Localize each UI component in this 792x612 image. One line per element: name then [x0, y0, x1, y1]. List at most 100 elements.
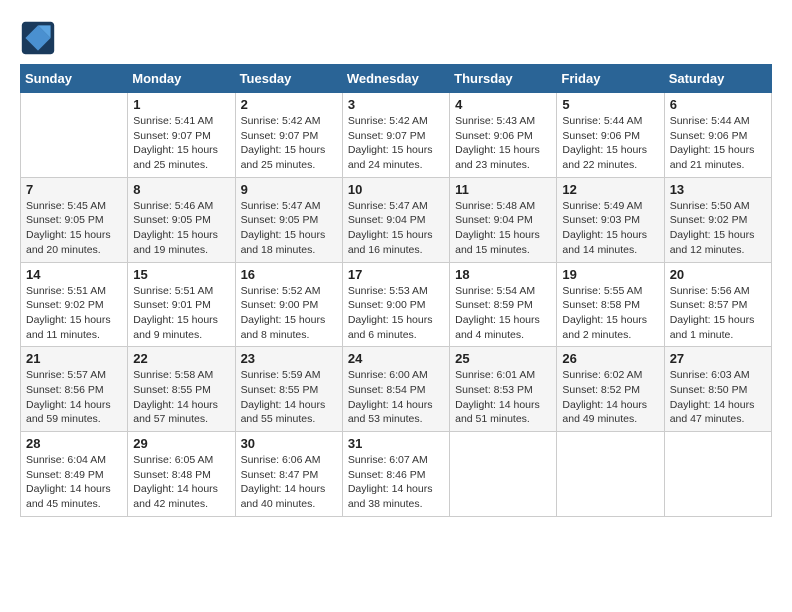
day-info: Sunrise: 6:06 AM Sunset: 8:47 PM Dayligh… — [241, 453, 337, 512]
day-header-saturday: Saturday — [664, 65, 771, 93]
calendar-week-row: 28 Sunrise: 6:04 AM Sunset: 8:49 PM Dayli… — [21, 432, 772, 517]
calendar-cell: 8 Sunrise: 5:46 AM Sunset: 9:05 PM Daylig… — [128, 177, 235, 262]
day-info: Sunrise: 5:46 AM Sunset: 9:05 PM Dayligh… — [133, 199, 229, 258]
calendar-cell: 2 Sunrise: 5:42 AM Sunset: 9:07 PM Daylig… — [235, 93, 342, 178]
logo-icon — [20, 20, 56, 56]
calendar-cell: 1Sunrise: 5:41 AM Sunset: 9:07 PM Daylig… — [128, 93, 235, 178]
day-number: 6 — [670, 97, 766, 112]
day-info: Sunrise: 5:52 AM Sunset: 9:00 PM Dayligh… — [241, 284, 337, 343]
day-info: Sunrise: 5:58 AM Sunset: 8:55 PM Dayligh… — [133, 368, 229, 427]
day-info: Sunrise: 6:00 AM Sunset: 8:54 PM Dayligh… — [348, 368, 444, 427]
calendar-cell: 4 Sunrise: 5:43 AM Sunset: 9:06 PM Daylig… — [450, 93, 557, 178]
calendar-header-row: SundayMondayTuesdayWednesdayThursdayFrid… — [21, 65, 772, 93]
day-info: Sunrise: 5:55 AM Sunset: 8:58 PM Dayligh… — [562, 284, 658, 343]
day-info: Sunrise: 5:50 AM Sunset: 9:02 PM Dayligh… — [670, 199, 766, 258]
day-number: 19 — [562, 267, 658, 282]
day-info: Sunrise: 5:47 AM Sunset: 9:05 PM Dayligh… — [241, 199, 337, 258]
day-number: 27 — [670, 351, 766, 366]
day-info: Sunrise: 5:44 AM Sunset: 9:06 PM Dayligh… — [670, 114, 766, 173]
day-number: 30 — [241, 436, 337, 451]
day-number: 24 — [348, 351, 444, 366]
day-info: Sunrise: 6:02 AM Sunset: 8:52 PM Dayligh… — [562, 368, 658, 427]
calendar-week-row: 1Sunrise: 5:41 AM Sunset: 9:07 PM Daylig… — [21, 93, 772, 178]
calendar-cell: 7Sunrise: 5:45 AM Sunset: 9:05 PM Daylig… — [21, 177, 128, 262]
calendar-cell: 22 Sunrise: 5:58 AM Sunset: 8:55 PM Dayli… — [128, 347, 235, 432]
calendar-cell: 6 Sunrise: 5:44 AM Sunset: 9:06 PM Daylig… — [664, 93, 771, 178]
day-info: Sunrise: 5:51 AM Sunset: 9:01 PM Dayligh… — [133, 284, 229, 343]
day-number: 13 — [670, 182, 766, 197]
day-number: 5 — [562, 97, 658, 112]
day-info: Sunrise: 5:42 AM Sunset: 9:07 PM Dayligh… — [241, 114, 337, 173]
day-number: 26 — [562, 351, 658, 366]
day-header-thursday: Thursday — [450, 65, 557, 93]
calendar-cell — [450, 432, 557, 517]
calendar-cell: 31 Sunrise: 6:07 AM Sunset: 8:46 PM Dayli… — [342, 432, 449, 517]
day-number: 20 — [670, 267, 766, 282]
day-info: Sunrise: 5:48 AM Sunset: 9:04 PM Dayligh… — [455, 199, 551, 258]
day-number: 28 — [26, 436, 122, 451]
day-number: 17 — [348, 267, 444, 282]
day-info: Sunrise: 5:51 AM Sunset: 9:02 PM Dayligh… — [26, 284, 122, 343]
day-info: Sunrise: 6:07 AM Sunset: 8:46 PM Dayligh… — [348, 453, 444, 512]
calendar-cell: 10 Sunrise: 5:47 AM Sunset: 9:04 PM Dayli… — [342, 177, 449, 262]
calendar-cell: 13 Sunrise: 5:50 AM Sunset: 9:02 PM Dayli… — [664, 177, 771, 262]
calendar-cell: 20 Sunrise: 5:56 AM Sunset: 8:57 PM Dayli… — [664, 262, 771, 347]
calendar-cell: 9 Sunrise: 5:47 AM Sunset: 9:05 PM Daylig… — [235, 177, 342, 262]
day-number: 22 — [133, 351, 229, 366]
day-info: Sunrise: 5:57 AM Sunset: 8:56 PM Dayligh… — [26, 368, 122, 427]
day-number: 29 — [133, 436, 229, 451]
calendar-cell: 19 Sunrise: 5:55 AM Sunset: 8:58 PM Dayli… — [557, 262, 664, 347]
day-header-friday: Friday — [557, 65, 664, 93]
calendar-cell: 26 Sunrise: 6:02 AM Sunset: 8:52 PM Dayli… — [557, 347, 664, 432]
day-number: 7 — [26, 182, 122, 197]
calendar-cell: 24 Sunrise: 6:00 AM Sunset: 8:54 PM Dayli… — [342, 347, 449, 432]
day-header-sunday: Sunday — [21, 65, 128, 93]
calendar-cell: 16Sunrise: 5:52 AM Sunset: 9:00 PM Dayli… — [235, 262, 342, 347]
day-number: 31 — [348, 436, 444, 451]
calendar-cell — [664, 432, 771, 517]
calendar-cell: 29 Sunrise: 6:05 AM Sunset: 8:48 PM Dayli… — [128, 432, 235, 517]
calendar-cell: 14 Sunrise: 5:51 AM Sunset: 9:02 PM Dayli… — [21, 262, 128, 347]
day-number: 8 — [133, 182, 229, 197]
calendar-cell: 15 Sunrise: 5:51 AM Sunset: 9:01 PM Dayli… — [128, 262, 235, 347]
calendar-cell: 21Sunrise: 5:57 AM Sunset: 8:56 PM Dayli… — [21, 347, 128, 432]
calendar-cell: 5Sunrise: 5:44 AM Sunset: 9:06 PM Daylig… — [557, 93, 664, 178]
day-number: 15 — [133, 267, 229, 282]
calendar-cell: 18 Sunrise: 5:54 AM Sunset: 8:59 PM Dayli… — [450, 262, 557, 347]
calendar-week-row: 7Sunrise: 5:45 AM Sunset: 9:05 PM Daylig… — [21, 177, 772, 262]
day-info: Sunrise: 5:53 AM Sunset: 9:00 PM Dayligh… — [348, 284, 444, 343]
calendar-cell — [557, 432, 664, 517]
day-info: Sunrise: 5:43 AM Sunset: 9:06 PM Dayligh… — [455, 114, 551, 173]
calendar-cell: 28 Sunrise: 6:04 AM Sunset: 8:49 PM Dayli… — [21, 432, 128, 517]
day-info: Sunrise: 6:05 AM Sunset: 8:48 PM Dayligh… — [133, 453, 229, 512]
day-header-tuesday: Tuesday — [235, 65, 342, 93]
day-number: 25 — [455, 351, 551, 366]
calendar-week-row: 14 Sunrise: 5:51 AM Sunset: 9:02 PM Dayli… — [21, 262, 772, 347]
page-header — [20, 20, 772, 56]
day-number: 4 — [455, 97, 551, 112]
day-number: 3 — [348, 97, 444, 112]
calendar-cell: 30 Sunrise: 6:06 AM Sunset: 8:47 PM Dayli… — [235, 432, 342, 517]
day-number: 11 — [455, 182, 551, 197]
calendar-cell: 11 Sunrise: 5:48 AM Sunset: 9:04 PM Dayli… — [450, 177, 557, 262]
day-info: Sunrise: 5:54 AM Sunset: 8:59 PM Dayligh… — [455, 284, 551, 343]
day-info: Sunrise: 6:04 AM Sunset: 8:49 PM Dayligh… — [26, 453, 122, 512]
day-info: Sunrise: 5:47 AM Sunset: 9:04 PM Dayligh… — [348, 199, 444, 258]
day-number: 18 — [455, 267, 551, 282]
day-info: Sunrise: 5:56 AM Sunset: 8:57 PM Dayligh… — [670, 284, 766, 343]
calendar-cell: 12Sunrise: 5:49 AM Sunset: 9:03 PM Dayli… — [557, 177, 664, 262]
day-header-monday: Monday — [128, 65, 235, 93]
day-info: Sunrise: 5:41 AM Sunset: 9:07 PM Dayligh… — [133, 114, 229, 173]
day-number: 10 — [348, 182, 444, 197]
day-number: 12 — [562, 182, 658, 197]
day-info: Sunrise: 5:59 AM Sunset: 8:55 PM Dayligh… — [241, 368, 337, 427]
calendar-cell: 17 Sunrise: 5:53 AM Sunset: 9:00 PM Dayli… — [342, 262, 449, 347]
day-number: 9 — [241, 182, 337, 197]
calendar-table: SundayMondayTuesdayWednesdayThursdayFrid… — [20, 64, 772, 517]
calendar-cell: 27Sunrise: 6:03 AM Sunset: 8:50 PM Dayli… — [664, 347, 771, 432]
day-info: Sunrise: 6:01 AM Sunset: 8:53 PM Dayligh… — [455, 368, 551, 427]
day-number: 14 — [26, 267, 122, 282]
day-header-wednesday: Wednesday — [342, 65, 449, 93]
day-number: 2 — [241, 97, 337, 112]
calendar-cell: 23Sunrise: 5:59 AM Sunset: 8:55 PM Dayli… — [235, 347, 342, 432]
